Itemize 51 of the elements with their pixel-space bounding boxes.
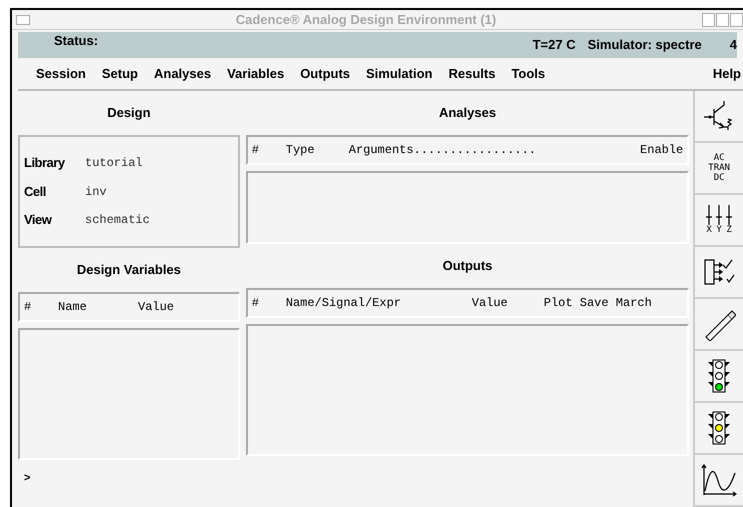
window-title: Cadence® Analog Design Environment (1) <box>234 10 498 29</box>
traffic-light-icon <box>708 411 730 445</box>
section-heading: Design Variables <box>76 261 182 280</box>
slider-icon <box>706 205 712 225</box>
axis-label: Y <box>716 225 722 235</box>
slider-icon <box>716 205 722 225</box>
help-menu[interactable]: Help <box>712 64 741 84</box>
menu-item[interactable]: Simulation <box>366 64 432 84</box>
section-heading: Analyses <box>438 104 498 122</box>
outputs-icon <box>703 257 736 287</box>
field-value: inv <box>85 184 107 200</box>
field-label: Library <box>24 154 66 172</box>
field-value: tutorial <box>85 155 143 172</box>
column-header: Type <box>286 142 316 159</box>
analysis-label: AC <box>712 153 726 163</box>
field-label: Cell <box>24 182 47 201</box>
temperature-text: T=27 C <box>532 36 576 54</box>
menu-item[interactable]: Tools <box>511 64 546 84</box>
column-header: # <box>24 299 32 316</box>
menu-item[interactable]: Results <box>448 64 496 84</box>
field-label: View <box>24 211 53 230</box>
column-header: Name/Signal/Expr <box>286 295 402 312</box>
field-value: schematic <box>85 212 150 229</box>
axis-label: X <box>706 225 712 235</box>
section-heading: Outputs <box>442 257 494 276</box>
menu-item[interactable]: Analyses <box>154 64 212 84</box>
slider-icon <box>726 205 732 225</box>
simulator-text: Simulator: spectre <box>588 36 702 54</box>
column-header: # <box>252 295 260 312</box>
menu-item[interactable]: Session <box>36 64 86 84</box>
column-header: Value <box>472 295 509 312</box>
traffic-light-icon <box>708 359 730 393</box>
axis-label: Z <box>726 225 732 235</box>
column-header: Name <box>58 299 88 316</box>
menu-item[interactable]: Setup <box>102 64 138 84</box>
analysis-label: DC <box>712 173 726 183</box>
column-header: # <box>252 142 260 159</box>
menu-item[interactable]: Outputs <box>300 64 350 84</box>
section-heading: Design <box>106 104 152 122</box>
toolbar-button[interactable]: AC TRAN DC <box>695 143 743 195</box>
column-header: Arguments................. <box>348 142 536 159</box>
waveform-plot-icon <box>701 463 738 497</box>
command-prompt: > <box>24 471 32 486</box>
column-header: Plot Save March <box>544 295 652 312</box>
menu-item[interactable]: Variables <box>227 64 284 84</box>
column-header: Enable <box>640 142 684 159</box>
toolbar-button[interactable]: X Y Z <box>695 195 743 247</box>
status-text: 4 <box>730 36 737 54</box>
column-header: Value <box>138 299 174 316</box>
analysis-label: TRAN <box>708 163 730 173</box>
status-label: Status: <box>54 32 98 50</box>
